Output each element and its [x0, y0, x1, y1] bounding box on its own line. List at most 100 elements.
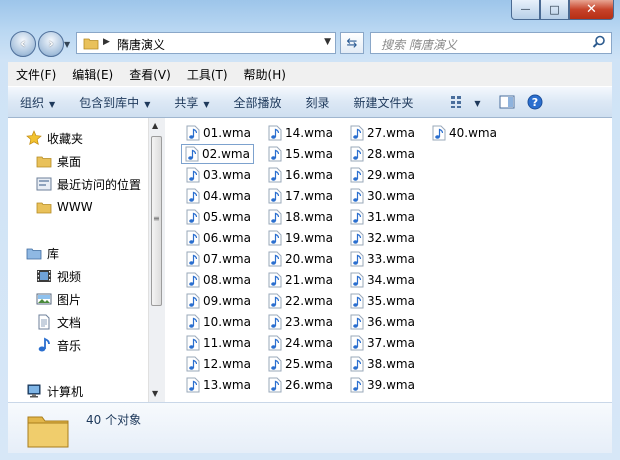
file-item[interactable]: 39.wma	[350, 376, 415, 394]
file-item[interactable]: 05.wma	[186, 208, 251, 226]
file-item[interactable]: 06.wma	[186, 229, 251, 247]
file-item[interactable]: 34.wma	[350, 271, 415, 289]
organize-label: 组织	[20, 95, 45, 110]
file-item[interactable]: 32.wma	[350, 229, 415, 247]
file-item[interactable]: 01.wma	[186, 124, 251, 142]
help-button[interactable]: ?	[521, 94, 549, 110]
file-item[interactable]: 12.wma	[186, 355, 251, 373]
file-list: 01.wma 02.wma 03.wma 04.wma 05.wma 06.wma 07.w…	[166, 118, 612, 402]
file-item[interactable]: 35.wma	[350, 292, 415, 310]
file-item[interactable]: 04.wma	[186, 187, 251, 205]
nav-documents[interactable]: 文档	[36, 312, 81, 332]
scroll-up-icon[interactable]: ▲	[152, 121, 158, 130]
address-dropdown-icon[interactable]: ▼	[324, 37, 331, 47]
audio-file-icon	[186, 188, 200, 204]
file-item[interactable]: 28.wma	[350, 145, 415, 163]
file-item[interactable]: 36.wma	[350, 313, 415, 331]
file-item[interactable]: 38.wma	[350, 355, 415, 373]
file-name: 15.wma	[285, 147, 333, 161]
close-button[interactable]: ✕	[569, 0, 614, 20]
file-name: 37.wma	[367, 336, 415, 350]
file-name: 06.wma	[203, 231, 251, 245]
file-item[interactable]: 27.wma	[350, 124, 415, 142]
file-name: 29.wma	[367, 168, 415, 182]
file-item[interactable]: 03.wma	[186, 166, 251, 184]
nav-pictures[interactable]: 图片	[36, 289, 81, 309]
forward-button[interactable]: ›	[38, 31, 64, 57]
file-name: 33.wma	[367, 252, 415, 266]
menu-edit[interactable]: 编辑(E)	[64, 66, 121, 83]
file-item[interactable]: 24.wma	[268, 334, 333, 352]
menu-help[interactable]: 帮助(H)	[236, 66, 294, 83]
change-view-button[interactable]: ▼	[438, 95, 493, 110]
file-item[interactable]: 15.wma	[268, 145, 333, 163]
file-item[interactable]: 11.wma	[186, 334, 251, 352]
file-item[interactable]: 31.wma	[350, 208, 415, 226]
nav-music[interactable]: 音乐	[36, 335, 81, 355]
file-item[interactable]: 19.wma	[268, 229, 333, 247]
file-item[interactable]: 21.wma	[268, 271, 333, 289]
play-all-button[interactable]: 全部播放	[222, 94, 294, 111]
file-item[interactable]: 20.wma	[268, 250, 333, 268]
search-icon[interactable]	[592, 35, 606, 52]
organize-button[interactable]: 组织 ▼	[8, 94, 67, 111]
file-item[interactable]: 07.wma	[186, 250, 251, 268]
search-input[interactable]: 搜索 隋唐演义	[370, 32, 612, 54]
maximize-button[interactable]: □	[540, 0, 569, 20]
nav-libraries[interactable]: 库	[26, 243, 59, 263]
burn-button[interactable]: 刻录	[294, 94, 342, 111]
audio-file-icon	[268, 314, 282, 330]
file-item[interactable]: 17.wma	[268, 187, 333, 205]
menu-view[interactable]: 查看(V)	[121, 66, 179, 83]
file-item[interactable]: 22.wma	[268, 292, 333, 310]
file-item[interactable]: 16.wma	[268, 166, 333, 184]
file-item[interactable]: 30.wma	[350, 187, 415, 205]
address-bar[interactable]: ▶ 隋唐演义 ▼	[76, 32, 336, 54]
nav-desktop[interactable]: 桌面	[36, 151, 81, 171]
breadcrumb-separator-icon[interactable]: ▶	[103, 37, 110, 47]
nav-music-label: 音乐	[57, 338, 82, 353]
audio-file-icon	[268, 167, 282, 183]
recent-pages-dropdown-icon[interactable]: ▼	[64, 40, 70, 49]
file-item[interactable]: 29.wma	[350, 166, 415, 184]
file-item[interactable]: 25.wma	[268, 355, 333, 373]
nav-favorites[interactable]: 收藏夹	[26, 128, 83, 148]
file-item[interactable]: 14.wma	[268, 124, 333, 142]
nav-scrollbar[interactable]: ▲ ≡ ▼	[148, 118, 165, 402]
file-name: 16.wma	[285, 168, 333, 182]
file-item[interactable]: 23.wma	[268, 313, 333, 331]
view-icon	[450, 96, 461, 109]
file-item[interactable]: 40.wma	[432, 124, 497, 142]
audio-file-icon	[186, 272, 200, 288]
file-item[interactable]: 02.wma	[181, 144, 254, 164]
file-item[interactable]: 26.wma	[268, 376, 333, 394]
include-in-library-button[interactable]: 包含到库中 ▼	[67, 94, 162, 111]
audio-file-icon	[268, 188, 282, 204]
refresh-button[interactable]: ⇆	[340, 32, 364, 54]
file-name: 01.wma	[203, 126, 251, 140]
menu-file[interactable]: 文件(F)	[8, 66, 64, 83]
nav-videos[interactable]: 视频	[36, 266, 81, 286]
folder-icon	[36, 199, 52, 215]
file-item[interactable]: 13.wma	[186, 376, 251, 394]
preview-pane-button[interactable]	[493, 95, 521, 110]
file-item[interactable]: 08.wma	[186, 271, 251, 289]
breadcrumb-current-folder[interactable]: 隋唐演义	[117, 36, 165, 53]
file-item[interactable]: 09.wma	[186, 292, 251, 310]
nav-recent-places[interactable]: 最近访问的位置	[36, 174, 141, 194]
nav-www[interactable]: WWW	[36, 197, 93, 217]
share-button[interactable]: 共享 ▼	[162, 94, 221, 111]
file-item[interactable]: 37.wma	[350, 334, 415, 352]
nav-computer[interactable]: 计算机	[26, 381, 83, 401]
file-item[interactable]: 10.wma	[186, 313, 251, 331]
minimize-button[interactable]: —	[511, 0, 540, 20]
chevron-down-icon: ▼	[474, 98, 481, 108]
menu-tools[interactable]: 工具(T)	[179, 66, 236, 83]
new-folder-button[interactable]: 新建文件夹	[342, 94, 426, 111]
scroll-down-icon[interactable]: ▼	[152, 389, 158, 398]
file-item[interactable]: 33.wma	[350, 250, 415, 268]
back-button[interactable]: ‹	[10, 31, 36, 57]
details-pane: 40 个对象	[8, 402, 612, 453]
audio-file-icon	[432, 125, 446, 141]
file-item[interactable]: 18.wma	[268, 208, 333, 226]
